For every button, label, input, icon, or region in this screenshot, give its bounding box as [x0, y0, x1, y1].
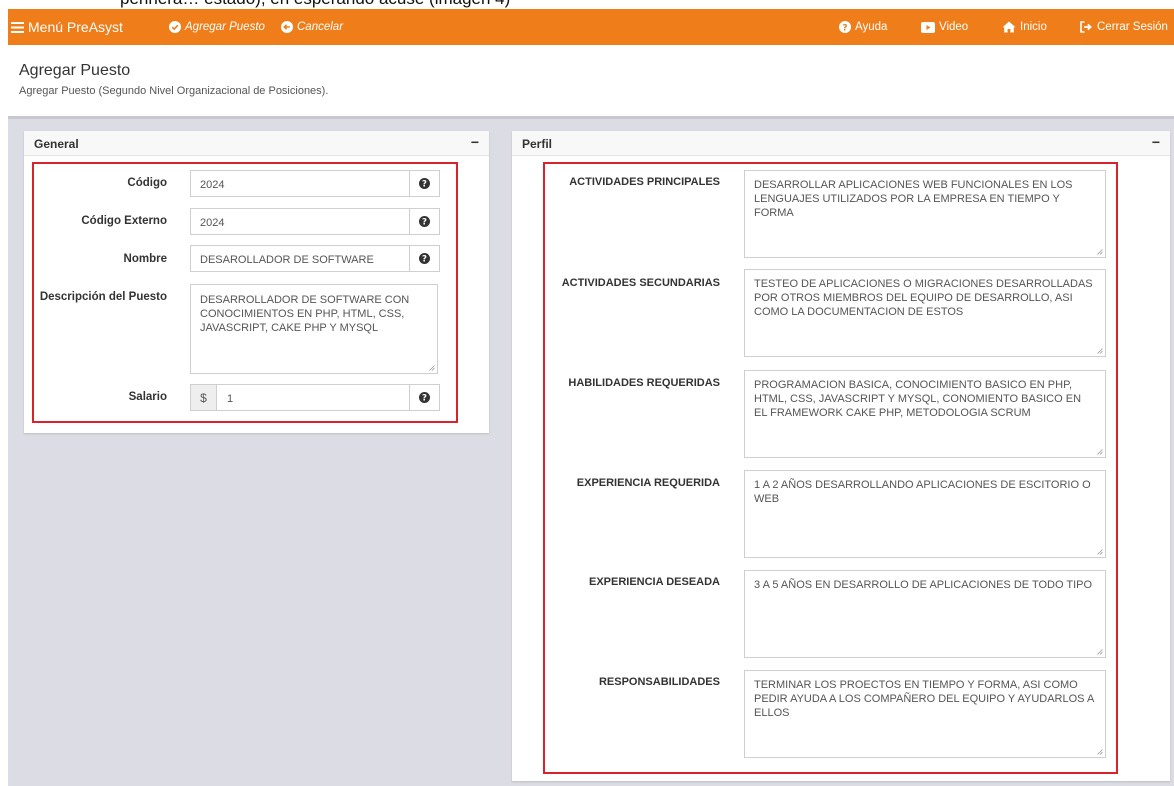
experiencia-requerida-textarea[interactable]: 1 A 2 AÑOS DESARROLLANDO APLICACIONES DE…	[744, 470, 1106, 558]
experiencia-deseada-value: 3 A 5 AÑOS EN DESARROLLO DE APLICACIONES…	[754, 579, 1093, 591]
logout-button[interactable]: Cerrar Sesión	[1080, 9, 1168, 45]
question-circle-icon: ?	[419, 253, 430, 264]
video-label: Video	[939, 21, 969, 33]
add-position-label: Agregar Puesto	[185, 21, 265, 33]
descripcion-textarea[interactable]: DESARROLLADOR DE SOFTWARE CON CONOCIMIEN…	[190, 284, 438, 374]
menu-brand-button[interactable]: Menú PreAsyst	[11, 9, 123, 45]
question-circle-icon: ?	[419, 216, 430, 227]
question-circle-icon: ?	[419, 178, 430, 189]
home-label: Inicio	[1020, 21, 1047, 33]
descripcion-value: DESARROLLADOR DE SOFTWARE CON CONOCIMIEN…	[200, 294, 410, 334]
home-button[interactable]: Inicio	[1002, 9, 1047, 45]
home-icon	[1002, 21, 1016, 33]
codigo-help-button[interactable]: ?	[409, 171, 439, 196]
resize-grip-icon[interactable]	[1097, 549, 1103, 555]
actividades-principales-label: ACTIVIDADES PRINCIPALES	[569, 176, 720, 188]
resize-grip-icon[interactable]	[1097, 449, 1103, 455]
page-header: Agregar Puesto Agregar Puesto (Segundo N…	[8, 45, 1174, 116]
codigo-label: Código	[127, 177, 167, 189]
general-panel-header: General −	[24, 131, 489, 156]
codigo-value: 2024	[200, 179, 225, 191]
sign-out-icon	[1080, 21, 1092, 33]
top-caption-text: pennera… estado), en esperando acuse (im…	[120, 0, 510, 9]
logout-label: Cerrar Sesión	[1097, 21, 1168, 33]
perfil-collapse-button[interactable]: −	[1152, 134, 1160, 150]
nombre-value: DESAROLLADOR DE SOFTWARE	[200, 254, 374, 266]
experiencia-deseada-textarea[interactable]: 3 A 5 AÑOS EN DESARROLLO DE APLICACIONES…	[744, 570, 1106, 658]
codigo-externo-label: Código Externo	[81, 215, 167, 227]
resize-grip-icon[interactable]	[1097, 249, 1103, 255]
salario-label: Salario	[128, 391, 167, 403]
general-panel: General − Código 2024 ? Código Externo 2…	[24, 131, 489, 433]
cancel-label: Cancelar	[297, 21, 344, 33]
experiencia-deseada-label: EXPERIENCIA DESEADA	[588, 576, 720, 588]
menu-brand-label: Menú PreAsyst	[28, 19, 123, 35]
svg-text:?: ?	[422, 394, 427, 403]
resize-grip-icon[interactable]	[1097, 749, 1103, 755]
actividades-principales-value: DESARROLLAR APLICACIONES WEB FUNCIONALES…	[754, 179, 1073, 219]
codigo-externo-value: 2024	[200, 217, 225, 229]
actividades-secundarias-label: ACTIVIDADES SECUNDARIAS	[561, 277, 720, 289]
help-label: Ayuda	[855, 21, 888, 33]
resize-grip-icon[interactable]	[1097, 348, 1103, 354]
responsabilidades-value: TERMINAR LOS PROECTOS EN TIEMPO Y FORMA,…	[754, 679, 1094, 719]
habilidades-requeridas-value: PROGRAMACION BASICA, CONOCIMIENTO BASICO…	[754, 379, 1082, 419]
codigo-input[interactable]: 2024 ?	[190, 170, 440, 197]
experiencia-requerida-label: EXPERIENCIA REQUERIDA	[576, 477, 720, 489]
svg-text:?: ?	[422, 180, 427, 189]
habilidades-requeridas-label: HABILIDADES REQUERIDAS	[568, 377, 720, 389]
check-circle-icon	[169, 21, 181, 33]
codigo-externo-input[interactable]: 2024 ?	[190, 208, 440, 235]
help-button[interactable]: ? Ayuda	[839, 9, 887, 45]
responsabilidades-label: RESPONSABILIDADES	[598, 676, 720, 688]
resize-grip-icon[interactable]	[429, 365, 435, 371]
salario-help-button[interactable]: ?	[409, 385, 439, 410]
codigo-externo-help-button[interactable]: ?	[409, 209, 439, 234]
salario-value: 1	[227, 393, 234, 405]
arrow-circle-left-icon	[281, 21, 293, 33]
perfil-panel-header: Perfil −	[512, 131, 1170, 156]
perfil-panel-title: Perfil	[522, 137, 553, 151]
salario-currency-prefix: $	[191, 385, 217, 410]
nombre-help-button[interactable]: ?	[409, 246, 439, 271]
video-play-icon	[921, 21, 935, 33]
nombre-input[interactable]: DESAROLLADOR DE SOFTWARE ?	[190, 245, 440, 272]
page-title: Agregar Puesto	[19, 62, 131, 79]
svg-text:?: ?	[422, 218, 427, 227]
nombre-label: Nombre	[123, 253, 167, 265]
top-navbar: Menú PreAsyst Agregar Puesto Cancelar ? …	[8, 9, 1174, 45]
general-panel-title: General	[34, 137, 79, 151]
responsabilidades-textarea[interactable]: TERMINAR LOS PROECTOS EN TIEMPO Y FORMA,…	[744, 670, 1106, 758]
question-circle-icon: ?	[839, 21, 851, 33]
actividades-secundarias-textarea[interactable]: TESTEO DE APLICACIONES O MIGRACIONES DES…	[744, 269, 1106, 357]
add-position-button[interactable]: Agregar Puesto	[169, 9, 265, 45]
experiencia-requerida-value: 1 A 2 AÑOS DESARROLLANDO APLICACIONES DE…	[754, 479, 1091, 505]
svg-text:?: ?	[842, 23, 847, 33]
general-collapse-button[interactable]: −	[471, 134, 479, 150]
question-circle-icon: ?	[419, 392, 430, 403]
resize-grip-icon[interactable]	[1097, 649, 1103, 655]
actividades-principales-textarea[interactable]: DESARROLLAR APLICACIONES WEB FUNCIONALES…	[744, 170, 1106, 258]
salario-input[interactable]: $ 1 ?	[190, 384, 440, 411]
page-subtitle: Agregar Puesto (Segundo Nivel Organizaci…	[19, 85, 329, 97]
top-caption-strip: pennera… estado), en esperando acuse (im…	[0, 0, 1174, 9]
hamburger-icon	[11, 21, 24, 33]
video-button[interactable]: Video	[921, 9, 968, 45]
habilidades-requeridas-textarea[interactable]: PROGRAMACION BASICA, CONOCIMIENTO BASICO…	[744, 370, 1106, 458]
actividades-secundarias-value: TESTEO DE APLICACIONES O MIGRACIONES DES…	[754, 278, 1093, 318]
descripcion-label: Descripción del Puesto	[39, 291, 167, 303]
cancel-button[interactable]: Cancelar	[281, 9, 343, 45]
svg-text:?: ?	[422, 255, 427, 264]
